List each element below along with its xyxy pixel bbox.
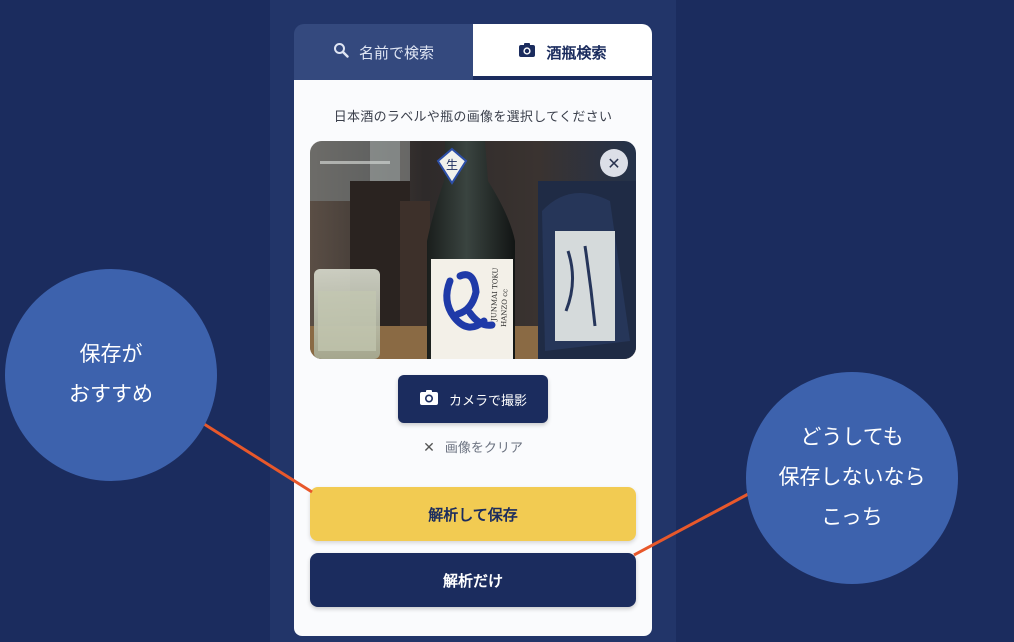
camera-button-label: カメラで撮影	[448, 393, 527, 409]
instruction-text: 日本酒のラベルや瓶の画像を選択してください	[333, 110, 613, 125]
callout-left-line-2: おすすめ	[69, 382, 153, 406]
analyze-and-save-label: 解析して保存	[428, 505, 518, 524]
screen: 名前で検索 酒瓶検索 日本酒のラベルや瓶の画像を選択してください 生 JUNMA…	[0, 0, 1014, 642]
camera-capture-button[interactable]: カメラで撮影	[398, 375, 548, 423]
selected-bottle-image: 生 JUNMAI TOKU HANZO cc ✕	[310, 141, 636, 359]
callout-right-line-2: 保存しないなら	[778, 465, 926, 490]
search-tabs: 名前で検索 酒瓶検索	[294, 24, 652, 80]
analyze-only-label: 解析だけ	[442, 571, 503, 590]
callout-right-line-3: こっち	[821, 504, 883, 529]
search-icon	[333, 42, 349, 62]
clear-image-label: 画像をクリア	[444, 441, 523, 456]
callout-no-save: どうしても 保存しないなら こっち	[746, 372, 958, 584]
analyze-and-save-button[interactable]: 解析して保存	[310, 487, 636, 541]
camera-icon	[419, 389, 439, 410]
callout-right-line-1: どうしても	[800, 425, 904, 450]
bottle-search-panel: 日本酒のラベルや瓶の画像を選択してください 生 JUNMAI TOKU HANZ…	[294, 80, 652, 636]
cap-label: 生	[446, 158, 458, 172]
tab-bottle-search-label: 酒瓶検索	[546, 43, 607, 62]
close-icon: ✕	[423, 440, 435, 456]
callout-recommend-save: 保存が おすすめ	[5, 269, 217, 481]
callout-left-line-1: 保存が	[79, 342, 143, 367]
analyze-only-button[interactable]: 解析だけ	[310, 553, 636, 607]
close-icon: ✕	[607, 153, 621, 173]
clear-image-link[interactable]: ✕ 画像をクリア	[294, 437, 652, 456]
tab-name-search-label: 名前で検索	[358, 43, 434, 62]
tab-bottle-search[interactable]: 酒瓶検索	[473, 24, 652, 80]
tab-name-search[interactable]: 名前で検索	[294, 24, 473, 80]
camera-icon	[518, 42, 536, 62]
label-text-2: HANZO cc	[500, 289, 509, 327]
remove-image-button[interactable]: ✕	[600, 149, 628, 177]
